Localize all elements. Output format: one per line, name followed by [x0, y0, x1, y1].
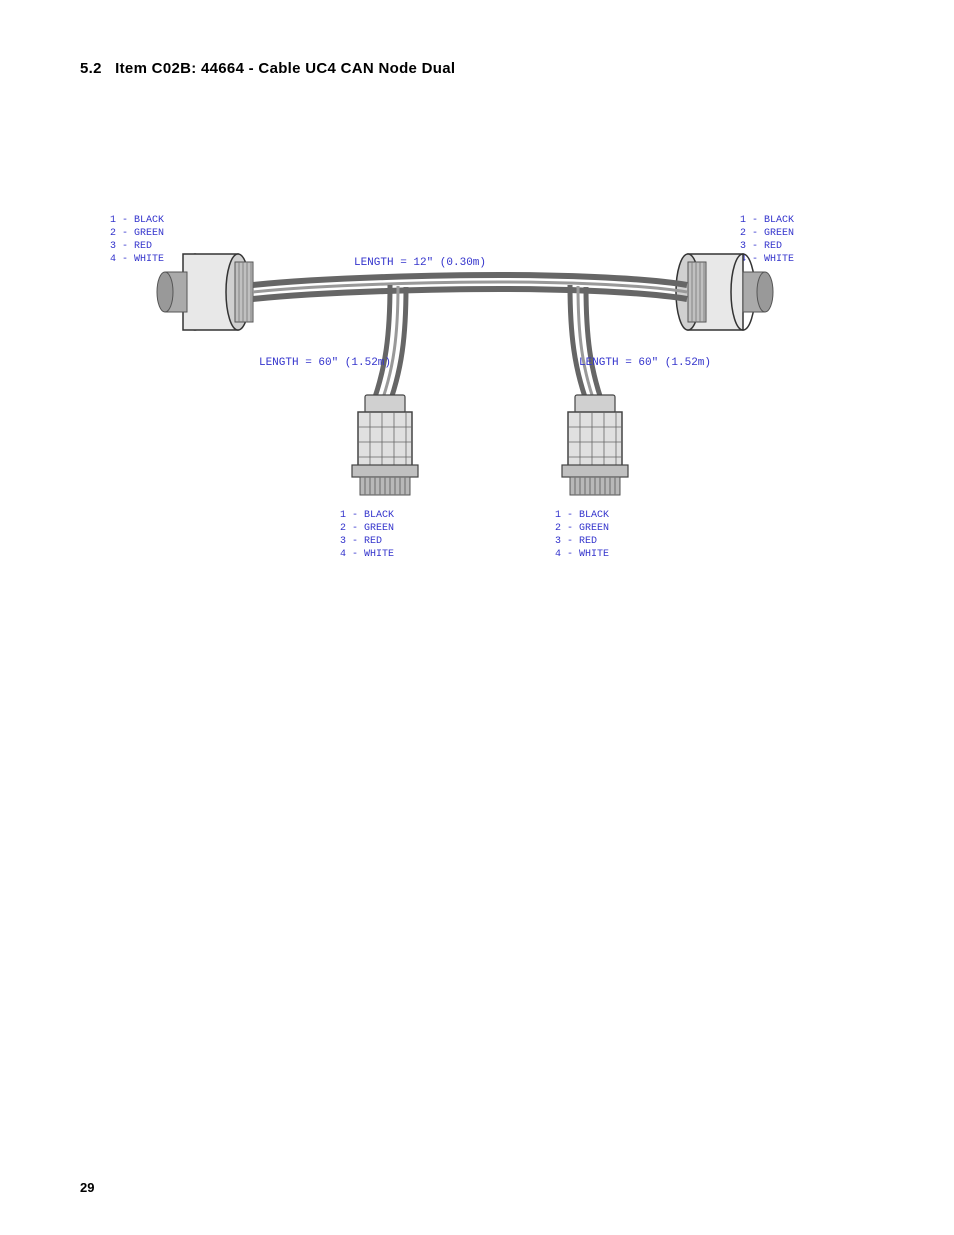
- length-left-label: LENGTH = 60" (1.52m): [259, 357, 391, 369]
- page-number: 29: [80, 1180, 94, 1195]
- right-label-3: 3 - RED: [740, 241, 782, 252]
- section-title: 5.2 Item C02B: 44664 - Cable UC4 CAN Nod…: [80, 60, 874, 77]
- bottom-left-label-3: 3 - RED: [340, 536, 382, 547]
- right-label-2: 2 - GREEN: [740, 228, 794, 239]
- bottom-right-label-3: 3 - RED: [555, 536, 597, 547]
- diagram-container: 1 - BLACK 2 - GREEN 3 - RED 4 - WHITE 1 …: [80, 107, 874, 587]
- right-label-1: 1 - BLACK: [740, 215, 794, 226]
- bottom-right-label-4: 4 - WHITE: [555, 549, 609, 560]
- page: 5.2 Item C02B: 44664 - Cable UC4 CAN Nod…: [0, 0, 954, 1235]
- bottom-left-label-1: 1 - BLACK: [340, 510, 394, 521]
- left-label-1: 1 - BLACK: [110, 215, 164, 226]
- section-number: 5.2: [80, 60, 102, 77]
- right-label-4: 4 - WHITE: [740, 254, 794, 265]
- length-right-label: LENGTH = 60" (1.52m): [579, 357, 711, 369]
- section-title-text: Item C02B: 44664 - Cable UC4 CAN Node Du…: [115, 60, 455, 77]
- cable-diagram: 1 - BLACK 2 - GREEN 3 - RED 4 - WHITE 1 …: [80, 107, 900, 587]
- left-label-3: 3 - RED: [110, 241, 152, 252]
- length-top-label: LENGTH = 12" (0.30m): [354, 257, 486, 269]
- left-label-4: 4 - WHITE: [110, 254, 164, 265]
- bottom-right-label-2: 2 - GREEN: [555, 523, 609, 534]
- bottom-right-label-1: 1 - BLACK: [555, 510, 609, 521]
- left-label-2: 2 - GREEN: [110, 228, 164, 239]
- bottom-left-label-2: 2 - GREEN: [340, 523, 394, 534]
- bottom-left-label-4: 4 - WHITE: [340, 549, 394, 560]
